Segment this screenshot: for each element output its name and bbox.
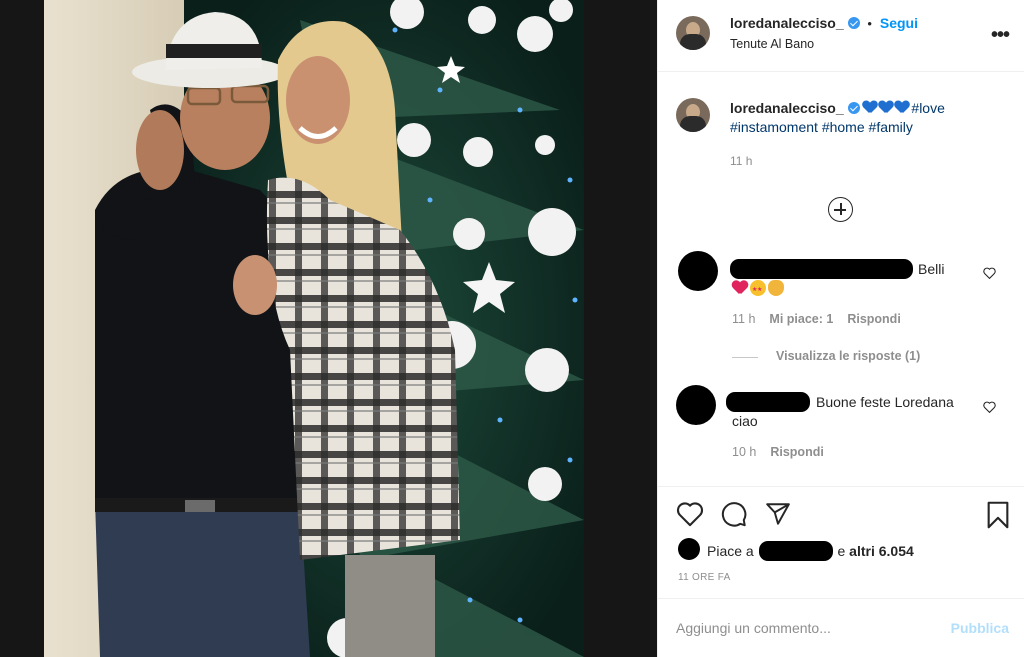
likes-mid: e [837, 543, 846, 559]
comment-time[interactable]: 10 h [732, 445, 756, 459]
post-location[interactable]: Tenute Al Bano [730, 37, 814, 51]
likes-prefix: Piace a [707, 543, 754, 559]
caption-author-username[interactable]: loredanalecciso_ [730, 100, 844, 116]
reply-button[interactable]: Rispondi [770, 445, 823, 459]
hashtag-link[interactable]: #home [822, 119, 865, 135]
likes-count[interactable]: altri 6.054 [849, 543, 914, 559]
author-avatar[interactable] [676, 16, 710, 50]
commenter-avatar[interactable] [678, 251, 718, 291]
post-caption: loredanalecciso_ #love #instamoment #hom… [730, 99, 1010, 137]
comment-input[interactable] [676, 620, 926, 636]
commenter-avatar[interactable] [676, 385, 716, 425]
hashtag-link[interactable]: #instamoment [730, 119, 818, 135]
comment-likes-count[interactable]: Mi piace: 1 [769, 312, 833, 326]
redacted-username [730, 259, 913, 279]
author-username[interactable]: loredanalecciso_ [730, 15, 844, 31]
load-more-comments-add-icon[interactable] [828, 197, 853, 222]
heart-icon[interactable] [676, 501, 704, 532]
caption-author-avatar[interactable] [676, 98, 710, 132]
star-eyes-emoji-icon [750, 280, 766, 300]
view-replies-button[interactable]: Visualizza le risposte (1) [776, 349, 920, 363]
comment-meta: 11 h Mi piace: 1 Rispondi [732, 312, 901, 326]
more-options-icon[interactable]: ••• [991, 24, 1010, 47]
comment-time[interactable]: 11 h [732, 312, 755, 326]
comment-meta: 10 h Rispondi [732, 445, 824, 459]
publish-button[interactable]: Pubblica [951, 620, 1009, 636]
reply-button[interactable]: Rispondi [847, 312, 900, 326]
author-line: loredanalecciso_ • Segui [730, 15, 918, 31]
caption-time[interactable]: 11 h [730, 154, 752, 168]
clapping-emoji-icon [768, 280, 784, 296]
separator-dot: • [867, 16, 872, 31]
post-details-panel: loredanalecciso_ • Segui Tenute Al Bano … [657, 0, 1024, 657]
comment-text: Belli [918, 261, 945, 277]
blue-heart-icon [863, 101, 877, 114]
verified-icon [847, 17, 860, 29]
likes-summary[interactable]: Piace a e altri 6.054 [707, 541, 914, 561]
comment-like-heart-icon[interactable] [983, 267, 996, 279]
comment-text-continued: ciao [732, 413, 758, 429]
redacted-username [758, 541, 833, 561]
share-icon[interactable] [764, 501, 792, 532]
comment-icon[interactable] [720, 501, 748, 533]
post-header: loredanalecciso_ • Segui Tenute Al Bano … [658, 0, 1024, 72]
post-timestamp[interactable]: 11 ORE FA [678, 572, 731, 583]
blue-heart-icon [895, 101, 909, 114]
red-heart-emoji-icon [732, 280, 748, 296]
comment-text: Buone feste Loredana [816, 394, 954, 410]
post-image [0, 0, 657, 657]
comment-like-heart-icon[interactable] [983, 401, 996, 413]
hashtag-link[interactable]: #love [911, 100, 944, 116]
post-photo[interactable] [0, 0, 657, 657]
comment-emojis [732, 279, 786, 300]
follow-button[interactable]: Segui [880, 15, 918, 31]
verified-icon [847, 102, 860, 114]
bookmark-icon[interactable] [986, 501, 1010, 534]
blue-heart-icon [879, 101, 893, 114]
comment-composer: Pubblica [658, 598, 1024, 657]
hashtag-link[interactable]: #family [869, 119, 913, 135]
replies-divider [732, 357, 758, 358]
redacted-username [726, 392, 810, 412]
